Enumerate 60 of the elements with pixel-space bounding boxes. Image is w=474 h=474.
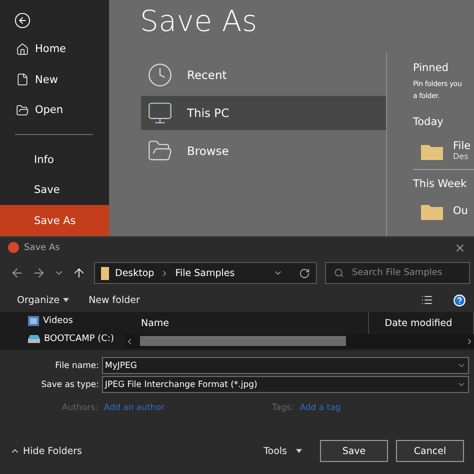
scroll-right-icon[interactable] xyxy=(465,336,474,346)
breadcrumb[interactable]: File Samples xyxy=(175,268,235,278)
film-icon xyxy=(28,316,39,326)
caret-icon xyxy=(62,298,69,302)
location-item[interactable]: This PC xyxy=(141,96,386,130)
dialog-title: Save As xyxy=(24,242,60,252)
drive-icon xyxy=(28,335,40,343)
page-icon xyxy=(16,73,29,86)
back-icon[interactable] xyxy=(10,266,24,280)
close-icon[interactable] xyxy=(454,242,466,254)
home-icon xyxy=(16,42,29,56)
sidebar-item[interactable]: Save As xyxy=(0,205,109,236)
address-bar[interactable]: Desktop File Samples xyxy=(94,262,317,284)
field-label: File name: xyxy=(54,360,100,370)
breadcrumb[interactable]: Desktop xyxy=(115,268,154,278)
sidebar-item[interactable]: Info xyxy=(0,144,109,175)
folder-name[interactable]: File xyxy=(453,140,471,152)
combo-field[interactable]: JPEG File Interchange Format (*.jpg) xyxy=(102,376,469,393)
dropdown-icon xyxy=(457,361,466,370)
caret-icon xyxy=(296,449,302,453)
tools-menu[interactable]: Tools xyxy=(264,446,302,456)
dropdown-icon xyxy=(457,380,466,389)
forward-icon[interactable] xyxy=(32,266,46,280)
folder-location: Des xyxy=(453,152,470,161)
computer-icon xyxy=(147,100,173,126)
clock-icon xyxy=(147,62,173,88)
tree-item[interactable]: Videos xyxy=(0,312,125,330)
sidebar-item[interactable]: Open xyxy=(0,95,109,126)
combo-field[interactable]: MyJPEG xyxy=(102,357,469,374)
refresh-icon[interactable] xyxy=(299,268,310,278)
help-icon[interactable] xyxy=(453,294,466,306)
new-folder-button[interactable]: New folder xyxy=(88,294,140,306)
section-heading: Today xyxy=(413,116,444,128)
organize-menu[interactable]: Organize xyxy=(17,294,69,306)
back-icon[interactable] xyxy=(14,12,31,28)
location-item[interactable]: Browse xyxy=(141,134,386,168)
section-heading: This Week xyxy=(413,178,468,190)
meta-label: Tags: xyxy=(272,403,294,413)
meta-label: Authors: xyxy=(62,403,98,413)
app-icon xyxy=(8,242,19,253)
folder-icon xyxy=(16,104,29,117)
section-heading: Pinned xyxy=(413,62,450,74)
folder-name[interactable]: Ou xyxy=(453,205,468,217)
up-icon[interactable] xyxy=(72,266,86,280)
scroll-left-icon[interactable] xyxy=(125,336,134,346)
sidebar-item[interactable]: Home xyxy=(0,34,109,64)
folder-icon xyxy=(421,202,443,220)
hide-folders-button[interactable]: Hide Folders xyxy=(10,446,82,456)
scrollbar-thumb[interactable] xyxy=(140,336,346,346)
search-icon xyxy=(334,268,344,278)
sidebar-item[interactable]: New xyxy=(0,64,109,95)
folder-icon xyxy=(101,266,109,280)
cancel-button[interactable]: Cancel xyxy=(396,440,464,462)
field-label: Save as type: xyxy=(40,380,100,390)
location-item[interactable]: Recent xyxy=(141,58,386,92)
page-title: Save As xyxy=(139,3,258,40)
sidebar-item[interactable]: Save xyxy=(0,174,109,206)
tree-item[interactable]: BOOTCAMP (C:) xyxy=(0,330,125,348)
save-button[interactable]: Save xyxy=(320,440,388,462)
search-field[interactable]: Search File Samples xyxy=(325,262,470,284)
